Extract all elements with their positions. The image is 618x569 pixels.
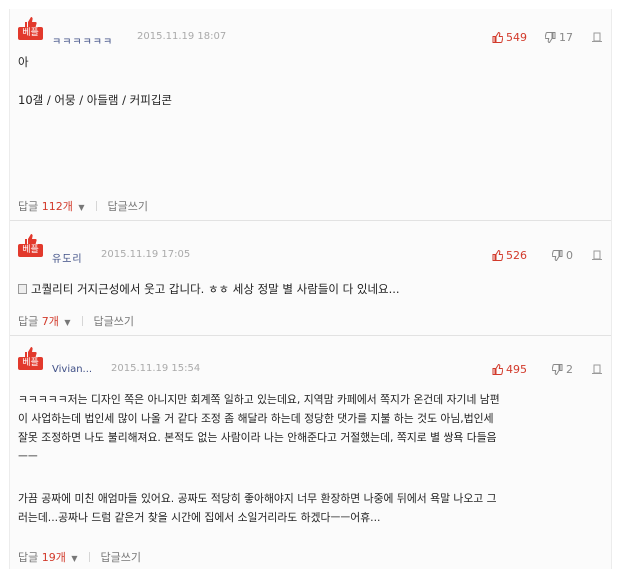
best-comments-panel: 베플 ㅋㅋㅋㅋㅋㅋ 2015.11.19 18:07 549 17 아 10갤 … — [9, 9, 612, 569]
comment-line: ㅋㅋㅋㅋㅋ저는 디자인 쪽은 아니지만 회계쪽 일하고 있는데요, 지역맘 카페… — [18, 393, 500, 406]
report-icon[interactable] — [591, 363, 603, 375]
comment-line — [18, 72, 599, 91]
comment-line: 러는데...공짜나 드럼 같은거 찾을 시간에 집에서 소일거리라도 하겠다ㅡㅡ… — [18, 511, 381, 524]
report-icon[interactable] — [591, 249, 603, 261]
comment-author[interactable]: Vivian... — [52, 364, 92, 375]
best-comment-badge: 베플 — [18, 17, 43, 41]
thumbs-down-icon — [552, 364, 563, 375]
best-comment-badge: 베플 — [18, 234, 43, 258]
comment-line — [18, 466, 599, 485]
dislike-button[interactable]: 2 — [552, 363, 573, 376]
caret-down-icon: ▼ — [71, 554, 78, 563]
reply-toggle[interactable]: 답글 7개 ▼ — [18, 313, 71, 329]
memo-icon — [18, 284, 27, 294]
comment-footer: 답글 7개 ▼ 답글쓰기 — [18, 313, 134, 329]
like-count: 526 — [506, 249, 527, 262]
comment-footer: 답글 112개 ▼ 답글쓰기 — [18, 198, 148, 214]
reply-toggle[interactable]: 답글 112개 ▼ — [18, 198, 85, 214]
comment-footer: 답글 19개 ▼ 답글쓰기 — [18, 549, 141, 565]
divider — [88, 552, 90, 562]
reply-toggle[interactable]: 답글 19개 ▼ — [18, 549, 78, 565]
comment-body: 아 10갤 / 어뭉 / 아들램 / 커피깁콘 — [18, 53, 599, 110]
comment-date: 2015.11.19 18:07 — [137, 31, 227, 42]
comment-line: 이 사업하는데 법인세 많이 나올 거 같다 조정 좀 해달라 하는데 정당한 … — [18, 412, 494, 425]
comment-body: ㅋㅋㅋㅋㅋ저는 디자인 쪽은 아니지만 회계쪽 일하고 있는데요, 지역맘 카페… — [18, 390, 599, 527]
reply-count: 19개 — [41, 551, 66, 564]
comment-line: 아 — [18, 55, 29, 69]
comment-line: 잘못 조정하면 나도 불리해져요. 본적도 없는 사람이라 나는 안해준다고 거… — [18, 431, 497, 444]
comment-line: ㅡㅡ — [18, 450, 38, 463]
comment-item: 베플 ㅋㅋㅋㅋㅋㅋ 2015.11.19 18:07 549 17 아 10갤 … — [10, 9, 611, 221]
comment-author[interactable]: ㅋㅋㅋㅋㅋㅋ — [52, 33, 113, 48]
like-count: 549 — [506, 31, 527, 44]
thumbs-up-icon — [492, 32, 503, 43]
write-reply-link[interactable]: 답글쓰기 — [94, 313, 134, 329]
reply-count: 7개 — [41, 315, 59, 328]
thumbs-up-icon — [492, 250, 503, 261]
comment-line: 가끔 공짜에 미친 애엄마들 있어요. 공짜도 적당히 좋아해야지 너무 환장하… — [18, 492, 497, 505]
comment-body: 고퀄리티 거지근성에서 웃고 갑니다. ㅎㅎ 세상 정말 별 사람들이 다 있네… — [18, 280, 599, 299]
like-button[interactable]: 495 — [492, 363, 527, 376]
write-reply-link[interactable]: 답글쓰기 — [108, 198, 148, 214]
like-button[interactable]: 549 — [492, 31, 527, 44]
caret-down-icon: ▼ — [78, 203, 85, 212]
divider — [81, 316, 83, 326]
comment-date: 2015.11.19 15:54 — [111, 363, 201, 374]
dislike-button[interactable]: 17 — [545, 31, 573, 44]
comment-date: 2015.11.19 17:05 — [101, 249, 191, 260]
reply-count: 112개 — [41, 200, 73, 213]
like-count: 495 — [506, 363, 527, 376]
caret-down-icon: ▼ — [64, 318, 71, 327]
best-comment-badge: 베플 — [18, 347, 43, 371]
comment-line: 고퀄리티 거지근성에서 웃고 갑니다. ㅎㅎ 세상 정말 별 사람들이 다 있네… — [18, 280, 599, 299]
dislike-count: 2 — [566, 363, 573, 376]
comment-item: 베플 유도리 2015.11.19 17:05 526 0 고퀄리티 거지근성에… — [10, 220, 611, 336]
thumbs-down-icon — [552, 250, 563, 261]
comment-item: 베플 Vivian... 2015.11.19 15:54 495 2 ㅋㅋㅋㅋ… — [10, 335, 611, 569]
report-icon[interactable] — [591, 31, 603, 43]
thumbs-down-icon — [545, 32, 556, 43]
dislike-count: 17 — [559, 31, 573, 44]
like-button[interactable]: 526 — [492, 249, 527, 262]
dislike-button[interactable]: 0 — [552, 249, 573, 262]
comment-author[interactable]: 유도리 — [52, 250, 83, 265]
comment-line: 10갤 / 어뭉 / 아들램 / 커피깁콘 — [18, 93, 172, 107]
divider — [95, 201, 97, 211]
dislike-count: 0 — [566, 249, 573, 262]
thumbs-up-icon — [492, 364, 503, 375]
write-reply-link[interactable]: 답글쓰기 — [101, 549, 141, 565]
